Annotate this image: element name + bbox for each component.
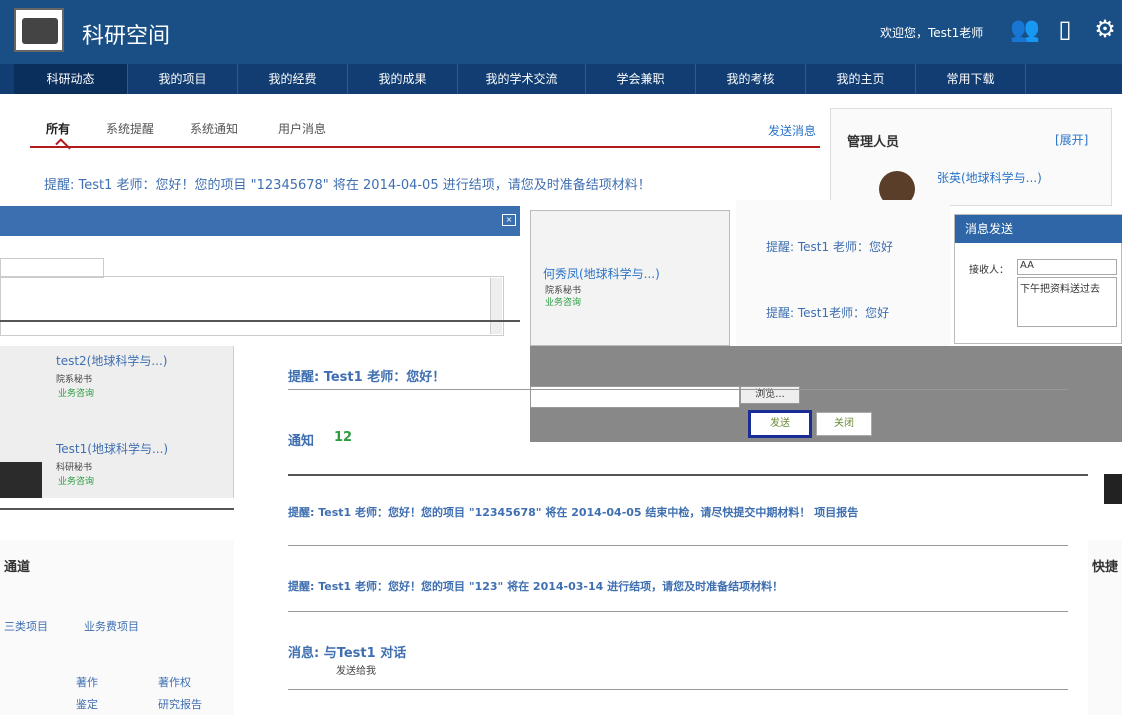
modal-titlebar [0,206,520,236]
message-sub: 发送给我 [336,666,376,677]
contact-name-link[interactable]: 何秀凤(地球科学与...) [543,265,660,282]
logo[interactable] [14,8,64,52]
consult-link[interactable]: 业务咨询 [58,386,94,399]
list-item[interactable]: 提醒: Test1 老师：您好！您的项目 "12345678" 将在 2014-… [288,502,1068,546]
expand-link[interactable]: [展开] [1055,131,1088,148]
preview-item[interactable]: 提醒: Test1老师：您好 [766,304,889,321]
close-button[interactable]: 关闭 [816,412,872,436]
user-role: 院系秘书 [56,375,93,385]
nav-item-research-news[interactable]: 科研动态 [14,64,128,94]
tab-system-notice[interactable]: 系统通知 [190,120,238,137]
welcome-text: 欢迎您，Test1老师 [880,26,984,40]
active-tab-caret [55,138,71,154]
divider [0,508,234,510]
message-tabs: 所有 系统提醒 系统通知 用户消息 发送消息 [30,108,820,154]
admin-title: 管理人员 [847,135,900,150]
send-message-link[interactable]: 发送消息 [768,122,816,139]
avatar [1104,474,1122,504]
message-title: 提醒: Test1 老师：您好！您的项目 "123" 将在 2014-03-14… [288,580,784,593]
search-input[interactable] [0,258,104,278]
user-role: 科研秘书 [56,463,93,473]
nav-item-projects[interactable]: 我的项目 [128,64,238,94]
avatar [0,462,42,498]
panel-heading: 快捷 [1092,560,1119,575]
quick-panel-right: 快捷 [1088,540,1122,715]
message-title: 提醒: Test1 老师：您好！您的项目 "12345678" 将在 2014-… [288,506,859,519]
quick-channel-panel: 通道 三类项目 业务费项目 著作 著作权 鉴定 研究报告 [0,540,234,715]
send-message-dialog: 消息发送 接收人： AA 下午把资料送过去 [954,214,1122,344]
list-item[interactable]: 提醒: Test1 老师：您好！ [288,364,1068,390]
nav-item-funds[interactable]: 我的经费 [238,64,348,94]
tab-system-remind[interactable]: 系统提醒 [106,120,154,137]
message-textarea[interactable] [0,276,504,336]
list-item[interactable]: 提醒: Test1 老师：您好！您的项目 "123" 将在 2014-03-14… [288,576,1068,612]
tab-all[interactable]: 所有 [46,120,70,137]
quick-link[interactable]: 业务费项目 [84,618,139,634]
consult-link[interactable]: 业务咨询 [545,295,581,308]
mobile-icon[interactable]: ▯ [1050,14,1080,44]
users-icon[interactable]: 👥 [1010,14,1040,44]
contact-panel: 何秀凤(地球科学与...) 院系秘书 业务咨询 [530,210,730,346]
message-title: 提醒: Test1 老师：您好！ [288,370,446,385]
notice-count: 12 [334,430,353,445]
nav-item-assessment[interactable]: 我的考核 [696,64,806,94]
dialog-footer: 浏览... 发送 关闭 [530,346,1122,442]
tab-user-message[interactable]: 用户消息 [278,120,326,137]
quick-link[interactable]: 研究报告 [158,696,202,712]
nav-item-homepage[interactable]: 我的主页 [806,64,916,94]
preview-item[interactable]: 提醒: Test1 老师：您好 [766,238,893,255]
user-name-link[interactable]: Test1(地球科学与...) [56,440,168,457]
receiver-field[interactable]: AA [1017,259,1117,275]
notice-label: 通知 [288,434,315,449]
content-textarea[interactable]: 下午把资料送过去 [1017,277,1117,327]
quick-link[interactable]: 著作 [76,674,98,690]
scrollbar[interactable] [490,278,502,334]
admin-name-link[interactable]: 张英(地球科学与...) [937,169,1042,186]
main-nav: 科研动态 我的项目 我的经费 我的成果 我的学术交流 学会兼职 我的考核 我的主… [0,64,1122,94]
quick-link[interactable]: 三类项目 [4,618,48,634]
nav-item-downloads[interactable]: 常用下载 [916,64,1026,94]
divider [288,474,1088,476]
message-preview-column: 提醒: Test1 老师：您好 提醒: Test1老师：您好 [736,200,950,348]
send-button[interactable]: 发送 [748,410,812,438]
dialog-title: 消息发送 [955,215,1122,243]
nav-item-academic[interactable]: 我的学术交流 [458,64,586,94]
admin-panel: 管理人员 [展开] 张英(地球科学与...) [830,108,1112,207]
user-name-link[interactable]: test2(地球科学与...) [56,352,168,369]
app-title: 科研空间 [82,24,171,49]
close-icon[interactable]: × [502,214,516,226]
nav-item-achievements[interactable]: 我的成果 [348,64,458,94]
nav-item-parttime[interactable]: 学会兼职 [586,64,696,94]
quick-link[interactable]: 著作权 [158,674,191,690]
receiver-label: 接收人： [969,265,1009,276]
list-item[interactable]: 消息: 与Test1 对话 发送给我 [288,640,1068,690]
top-header: 科研空间 欢迎您，Test1老师 👥 ▯ ⚙ [0,0,1122,64]
message-title: 消息: 与Test1 对话 [288,646,407,661]
gear-icon[interactable]: ⚙ [1090,14,1120,44]
panel-heading: 通道 [4,560,31,575]
divider [0,320,520,322]
notice-text[interactable]: 提醒: Test1 老师：您好！您的项目 "12345678" 将在 2014-… [44,174,651,193]
quick-link[interactable]: 鉴定 [76,696,98,712]
consult-link[interactable]: 业务咨询 [58,474,94,487]
